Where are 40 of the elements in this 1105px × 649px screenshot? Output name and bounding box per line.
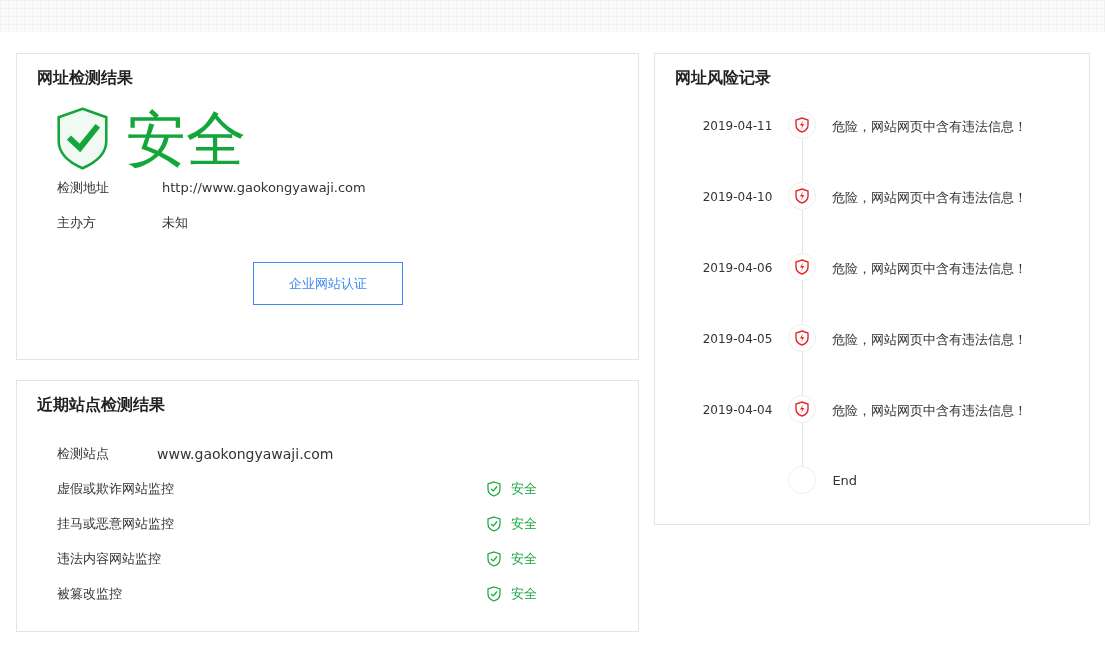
field-label: 主办方 xyxy=(57,213,97,232)
record-date: 2019-04-06 xyxy=(701,260,773,275)
record-date: 2019-04-04 xyxy=(701,402,773,417)
field-label: 检测地址 xyxy=(57,178,110,197)
record-date: 2019-04-11 xyxy=(701,118,773,133)
check-name: 违法内容网站监控 xyxy=(57,549,162,568)
record-text: 危险，网站网页中含有违法信息！ xyxy=(832,260,1028,278)
shield-bolt-icon xyxy=(795,330,810,346)
record-text: 危险，网站网页中含有违法信息！ xyxy=(832,331,1028,349)
field-label: 检测站点 xyxy=(57,444,110,463)
timeline-end-text: End xyxy=(832,472,858,488)
record-date: 2019-04-05 xyxy=(701,331,773,346)
check-name: 虚假或欺诈网站监控 xyxy=(57,479,175,498)
field-value: www.gaokongyawaji.com xyxy=(157,445,334,462)
certify-button[interactable]: 企业网站认证 xyxy=(252,262,403,305)
shield-check-icon xyxy=(57,107,108,170)
check-name: 被篡改监控 xyxy=(57,584,123,603)
field-value: http://www.gaokongyawaji.com xyxy=(162,180,366,195)
card-title: 网址风险记录 xyxy=(675,68,773,89)
record-text: 危险，网站网页中含有违法信息！ xyxy=(832,189,1028,207)
shield-bolt-icon xyxy=(795,117,810,133)
check-name: 挂马或恶意网站监控 xyxy=(57,514,175,533)
check-status: 安全 xyxy=(511,479,537,498)
shield-check-icon xyxy=(487,585,501,602)
record-text: 危险，网站网页中含有违法信息！ xyxy=(832,118,1028,136)
field-value: 未知 xyxy=(162,213,188,232)
shield-check-icon xyxy=(487,515,501,532)
record-date: 2019-04-10 xyxy=(701,189,773,204)
shield-bolt-icon xyxy=(795,259,810,275)
card-title: 网址检测结果 xyxy=(37,68,134,89)
record-text: 危险，网站网页中含有违法信息！ xyxy=(832,402,1028,420)
shield-check-icon xyxy=(487,480,501,497)
check-status: 安全 xyxy=(511,549,537,568)
check-status: 安全 xyxy=(511,514,537,533)
shield-bolt-icon xyxy=(795,188,810,204)
card-title: 近期站点检测结果 xyxy=(37,395,166,416)
verdict-text: 安全 xyxy=(126,108,246,169)
shield-check-icon xyxy=(487,550,501,567)
check-status: 安全 xyxy=(511,584,537,603)
shield-bolt-icon xyxy=(795,401,810,417)
